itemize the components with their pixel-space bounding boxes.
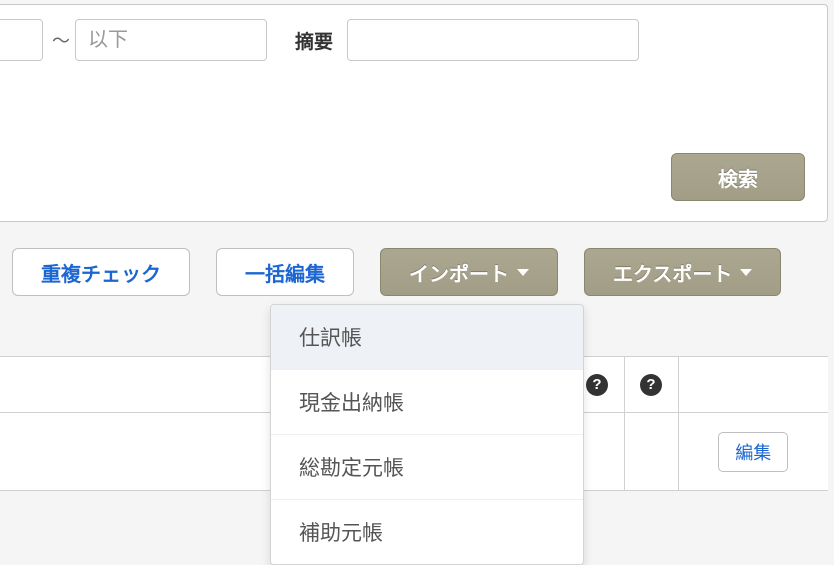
table-header-help2: ? xyxy=(624,357,678,413)
import-label: インポート xyxy=(409,258,509,287)
dup-check-button[interactable]: 重複チェック xyxy=(12,248,190,296)
import-button[interactable]: インポート xyxy=(380,248,558,296)
search-button[interactable]: 検索 xyxy=(671,153,805,201)
table-cell-actions: 編集 xyxy=(678,413,828,491)
chevron-down-icon xyxy=(740,269,752,276)
filter-row: 〜 摘要 xyxy=(0,19,809,61)
range-lower-input[interactable] xyxy=(0,19,43,61)
help-icon[interactable]: ? xyxy=(640,374,662,396)
toolbar: 重複チェック 一括編集 インポート エクスポート 仕訳帳 現金出納帳 総勘定元帳… xyxy=(12,248,826,296)
search-row: 検索 xyxy=(0,153,805,201)
dropdown-item-sub-ledger[interactable]: 補助元帳 xyxy=(271,500,583,564)
summary-input[interactable] xyxy=(347,19,639,61)
dropdown-item-cashbook[interactable]: 現金出納帳 xyxy=(271,370,583,435)
import-dropdown: 仕訳帳 現金出納帳 総勘定元帳 補助元帳 xyxy=(270,304,584,565)
edit-button[interactable]: 編集 xyxy=(718,432,788,472)
dropdown-item-journal[interactable]: 仕訳帳 xyxy=(271,305,583,370)
summary-label: 摘要 xyxy=(295,27,333,54)
bulk-edit-button[interactable]: 一括編集 xyxy=(216,248,354,296)
filter-panel: 〜 摘要 検索 xyxy=(0,4,828,222)
dropdown-item-general-ledger[interactable]: 総勘定元帳 xyxy=(271,435,583,500)
range-upper-input[interactable] xyxy=(75,19,267,61)
help-icon[interactable]: ? xyxy=(586,374,608,396)
export-button[interactable]: エクスポート xyxy=(584,248,781,296)
table-cell-info2 xyxy=(624,413,678,491)
table-header-actions xyxy=(678,357,828,413)
chevron-down-icon xyxy=(517,269,529,276)
export-label: エクスポート xyxy=(613,258,732,287)
range-separator: 〜 xyxy=(52,27,70,53)
